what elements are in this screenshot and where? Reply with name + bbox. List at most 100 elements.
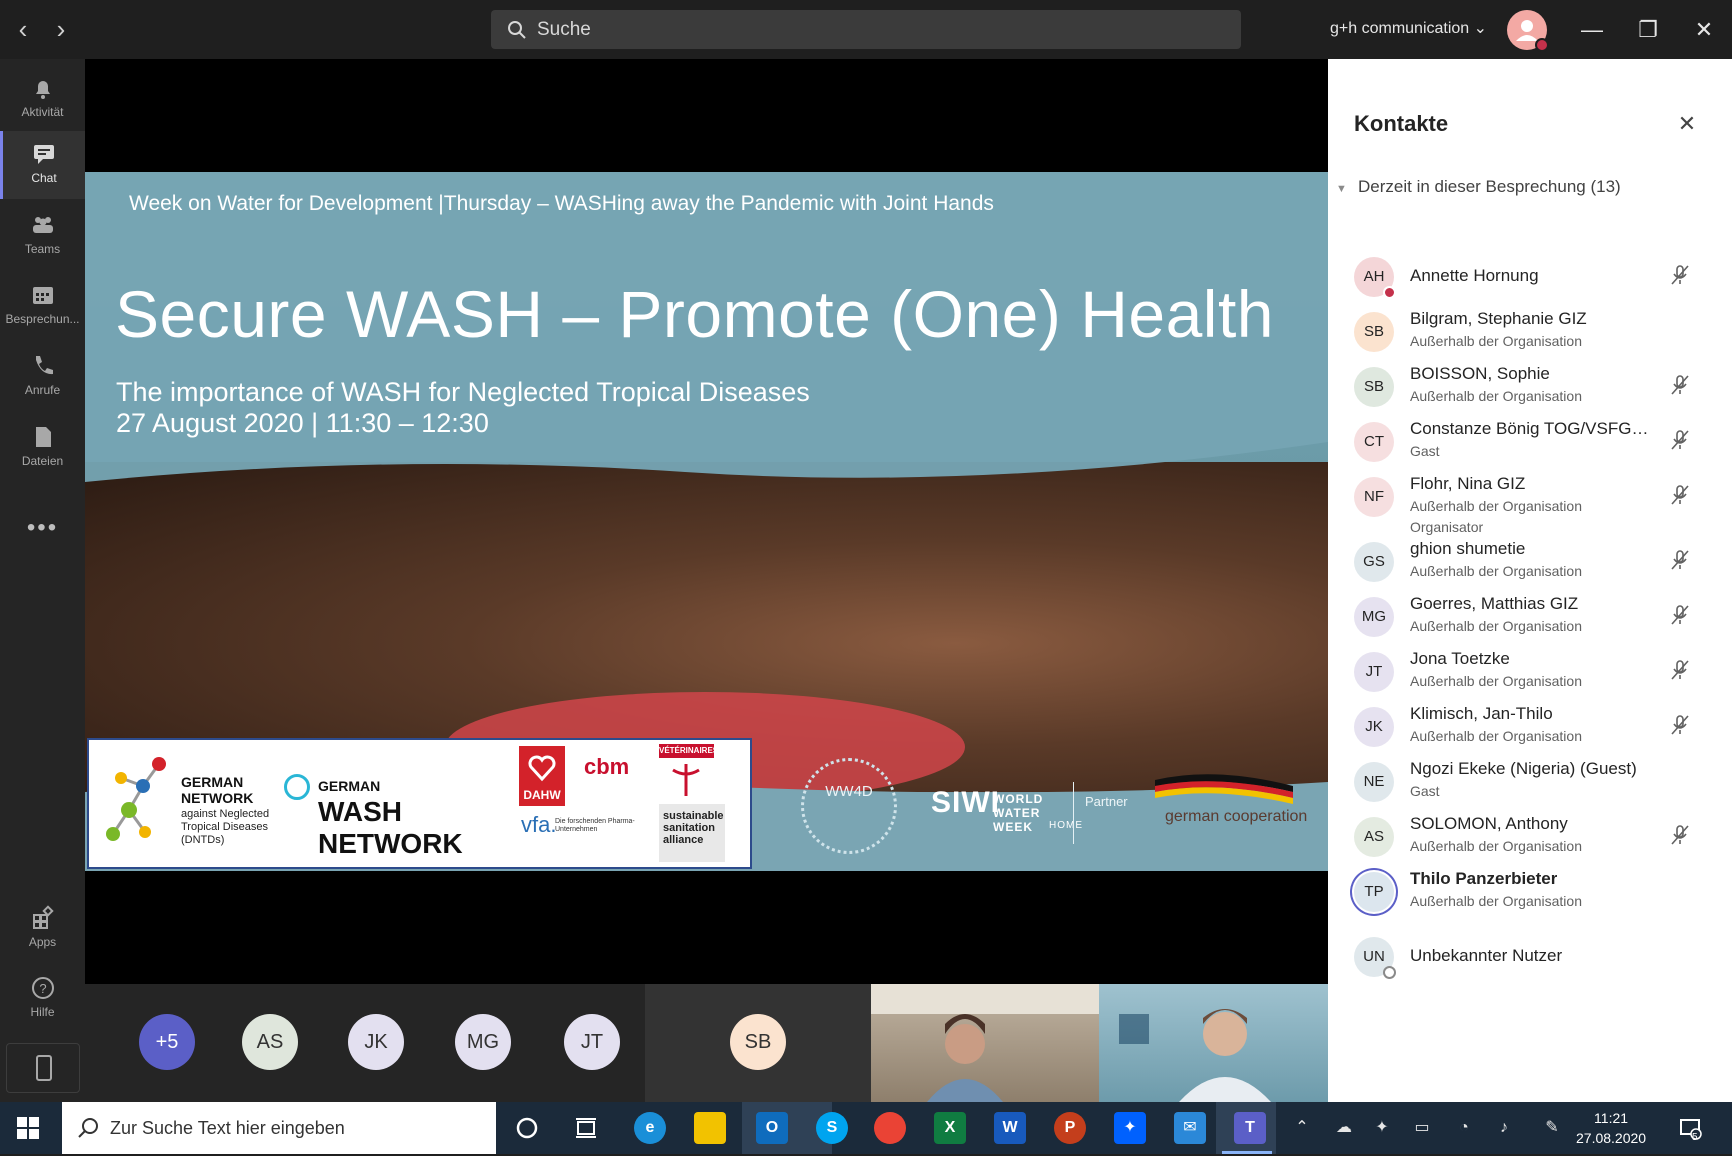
pen-icon[interactable]: ✎ [1540,1116,1564,1140]
contact-name: ghion shumetie [1410,539,1526,558]
gn-subtitle: against Neglected Tropical Diseases (DNT… [181,808,270,846]
rail-item-chat[interactable]: Chat [0,131,85,199]
contact-row[interactable]: AH Annette Hornung [1328,249,1732,309]
teams-app-icon[interactable]: T [1234,1112,1266,1144]
mic-muted-icon[interactable] [1668,713,1692,737]
outlook-icon[interactable]: O [756,1112,788,1144]
contact-row[interactable]: NF Flohr, Nina GIZ Außerhalb der Organisat… [1328,469,1732,535]
contact-name: Jona Toetzke [1410,649,1510,668]
contact-row[interactable]: UN Unbekannter Nutzer [1328,929,1732,989]
task-view-icon[interactable] [570,1112,602,1144]
rail-item-help[interactable]: ? Hilfe [0,965,85,1033]
ww4d-logo: WW4D [801,758,897,854]
excel-icon[interactable]: X [934,1112,966,1144]
shared-slide: Week on Water for Development |Thursday … [85,172,1328,871]
back-arrow-icon[interactable]: ‹ [8,14,38,44]
participant-avatar[interactable]: JK [348,1014,404,1070]
participant-tile-speaker[interactable]: SB [645,984,871,1102]
rail-item-meetings[interactable]: Besprechun... [0,272,85,340]
participant-avatar[interactable]: MG [455,1014,511,1070]
word-icon[interactable]: W [994,1112,1026,1144]
contact-row[interactable]: TP Thilo Panzerbieter Außerhalb der Organi… [1328,864,1732,924]
participant-video-tile[interactable] [1099,984,1328,1102]
contact-row[interactable]: AS SOLOMON, Anthony Außerhalb der Organisa… [1328,809,1732,869]
contact-initials: MG [1361,608,1387,625]
close-panel-icon[interactable]: ✕ [1672,109,1702,139]
mic-muted-icon[interactable] [1668,658,1692,682]
participant-avatar[interactable]: JT [564,1014,620,1070]
logo-divider [1073,782,1074,844]
contact-row[interactable]: CT Constanze Bönig TOG/VSFG ... Gast [1328,414,1732,474]
search-input[interactable]: Suche [491,10,1241,49]
taskbar-clock[interactable]: 11:21 27.08.2020 [1576,1108,1646,1148]
mail-icon[interactable]: ✉ [1174,1112,1206,1144]
tray-expand-icon[interactable]: ⌃ [1290,1116,1314,1140]
forward-arrow-icon[interactable]: › [46,14,76,44]
rail-item-files[interactable]: Dateien [0,414,85,482]
german-network-logo: GERMAN NETWORK against Neglected Tropica… [99,750,279,862]
siwi-home: HOME [1049,820,1083,831]
skype-icon[interactable]: S [816,1112,848,1144]
contact-status: Gast [1410,783,1440,799]
contact-row[interactable]: SB BOISSON, Sophie Außerhalb der Organisat… [1328,359,1732,419]
search-icon [78,1118,98,1138]
mic-muted-icon[interactable] [1668,263,1692,287]
contact-row[interactable]: MG Goerres, Matthias GIZ Außerhalb der Org… [1328,589,1732,649]
mic-muted-icon[interactable] [1668,428,1692,452]
edge-icon[interactable]: e [634,1112,666,1144]
account-switcher[interactable]: g+h communication ⌄ [1330,18,1487,38]
wifi-icon[interactable]: ◔ [1452,1116,1476,1140]
veterinaires-logo: VÉTÉRINAIRES [659,744,718,800]
app-rail: Aktivität Chat Teams Besprechun... Anruf… [0,59,85,1102]
profile-avatar[interactable] [1507,10,1549,52]
minimize-button[interactable]: — [1572,12,1612,48]
partner-logo-box: GERMAN NETWORK against Neglected Tropica… [87,738,752,869]
mic-muted-icon[interactable] [1668,483,1692,507]
participant-avatar: SB [730,1014,786,1070]
contact-name: Klimisch, Jan-Thilo [1410,704,1553,723]
vfa-label: vfa. [521,812,557,837]
dropbox-icon[interactable]: ✦ [1114,1112,1146,1144]
battery-icon[interactable]: ▭ [1410,1116,1434,1140]
windows-start-icon[interactable] [16,1116,40,1140]
chrome-icon[interactable] [874,1112,906,1144]
participants-section-header[interactable]: ▼ Derzeit in dieser Besprechung (13) [1336,177,1621,197]
contact-name: Unbekannter Nutzer [1410,946,1563,965]
phone-icon [35,356,53,375]
contact-row[interactable]: SB Bilgram, Stephanie GIZ Außerhalb der Or… [1328,304,1732,364]
volume-icon[interactable]: ♪ [1492,1116,1516,1140]
close-window-button[interactable]: ✕ [1684,12,1724,48]
restore-button[interactable]: ❐ [1628,12,1668,48]
notification-center-icon[interactable]: 5 [1678,1116,1702,1143]
rail-item-activity[interactable]: Aktivität [0,65,85,133]
phone-device-icon [36,1055,52,1081]
device-button[interactable] [6,1043,80,1093]
mic-muted-icon[interactable] [1668,373,1692,397]
overflow-participants-button[interactable]: +5 [139,1014,195,1070]
contact-avatar: AH [1354,257,1396,299]
panel-title: Kontakte [1354,111,1449,136]
mic-muted-icon[interactable] [1668,548,1692,572]
powerpoint-icon[interactable]: P [1054,1112,1086,1144]
contact-row[interactable]: JT Jona Toetzke Außerhalb der Organisation [1328,644,1732,704]
participant-video-tile[interactable] [871,984,1099,1102]
more-apps-icon[interactable]: ••• [0,514,85,542]
participant-avatar[interactable]: AS [242,1014,298,1070]
siwi-label: SIWI [931,786,1000,819]
mic-muted-icon[interactable] [1668,603,1692,627]
file-explorer-icon[interactable] [694,1112,726,1144]
contact-row[interactable]: GS ghion shumetie Außerhalb der Organisati… [1328,534,1732,594]
contact-row[interactable]: JK Klimisch, Jan-Thilo Außerhalb der Organ… [1328,699,1732,759]
rail-item-apps[interactable]: Apps [0,895,85,963]
dropbox-tray-icon[interactable]: ✦ [1370,1116,1394,1140]
taskbar-search-input[interactable]: Zur Suche Text hier eingeben [62,1102,496,1154]
contact-initials: NF [1364,488,1384,505]
contact-row[interactable]: NE Ngozi Ekeke (Nigeria) (Guest) Gast [1328,754,1732,814]
rail-item-calls[interactable]: Anrufe [0,343,85,411]
clock-time: 11:21 [1594,1110,1629,1126]
cortana-icon[interactable] [511,1112,543,1144]
mic-muted-icon[interactable] [1668,823,1692,847]
onedrive-icon[interactable]: ☁ [1332,1116,1356,1140]
contact-name: Bilgram, Stephanie GIZ [1410,309,1587,328]
rail-item-teams[interactable]: Teams [0,202,85,270]
